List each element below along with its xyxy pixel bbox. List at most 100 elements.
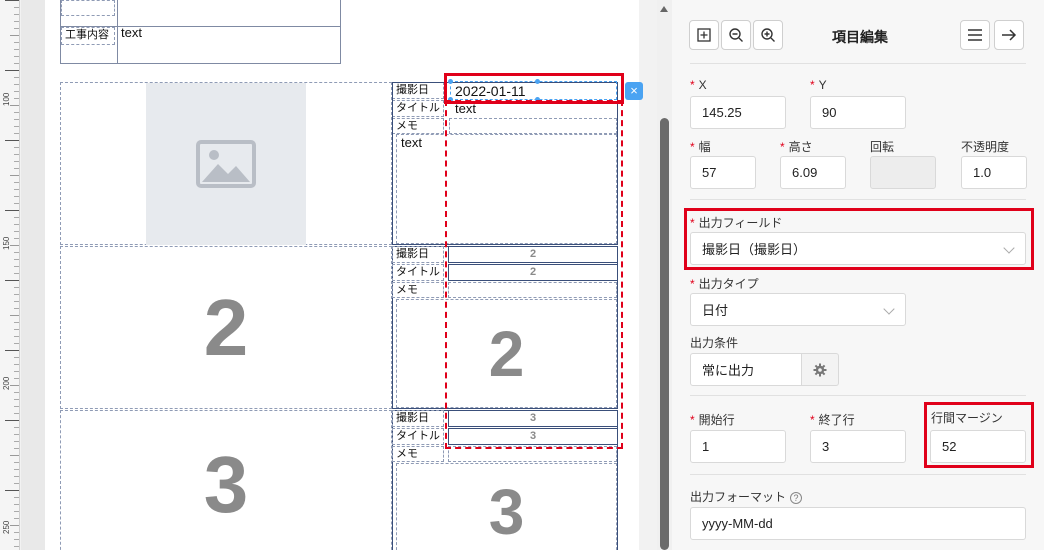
- ruler-tick: [14, 112, 19, 113]
- width-input[interactable]: 57: [690, 156, 756, 189]
- ruler-tick: [5, 350, 19, 351]
- gear-icon: [813, 363, 827, 376]
- scrollbar-thumb[interactable]: [660, 118, 669, 550]
- menu-icon: [968, 29, 982, 41]
- zoom-out-icon: [729, 28, 743, 42]
- ruler-tick: [14, 84, 19, 85]
- ruler-tick: [14, 301, 19, 302]
- report-canvas[interactable]: 100 150 200 250 工事内容 text 撮影日 タイトル メモ te…: [0, 0, 657, 550]
- ruler-tick: [14, 21, 19, 22]
- output-field-select[interactable]: 撮影日（撮影日）: [690, 232, 1026, 265]
- condition-settings-button[interactable]: [802, 353, 839, 386]
- ruler-label: 200: [2, 376, 11, 390]
- photo-frame-2[interactable]: 2: [60, 246, 392, 409]
- canvas-scrollbar[interactable]: [657, 0, 672, 550]
- date-label[interactable]: 撮影日: [392, 246, 444, 263]
- close-icon[interactable]: ×: [625, 82, 643, 100]
- ruler-tick: [5, 0, 19, 1]
- ruler-tick: [14, 539, 19, 540]
- ruler-tick: [14, 28, 19, 29]
- ruler-tick: [5, 420, 19, 421]
- ruler-tick: [14, 406, 19, 407]
- end-row-input[interactable]: 3: [810, 430, 906, 463]
- rotation-label: 回転: [870, 140, 895, 154]
- vertical-ruler: 100 150 200 250: [0, 0, 20, 550]
- ruler-tick: [14, 329, 19, 330]
- menu-button[interactable]: [960, 20, 990, 50]
- ruler-tick: [10, 175, 19, 176]
- ruler-tick: [5, 140, 19, 141]
- memo-label[interactable]: メモ: [392, 446, 444, 462]
- x-input[interactable]: 145.25: [690, 96, 786, 129]
- ruler-tick: [10, 455, 19, 456]
- top-label-cell[interactable]: [61, 0, 115, 16]
- output-type-label: * 出力タイプ: [690, 277, 759, 291]
- ruler-tick: [14, 252, 19, 253]
- ruler-tick: [14, 154, 19, 155]
- ruler-tick: [14, 462, 19, 463]
- output-condition-label: 出力条件: [690, 336, 739, 350]
- ruler-tick: [10, 315, 19, 316]
- end-row-label: * 終了行: [810, 413, 855, 427]
- ruler-tick: [10, 385, 19, 386]
- panel-toolbar: 項目編集: [672, 0, 1044, 62]
- memo-label[interactable]: メモ: [392, 282, 444, 298]
- fit-icon: [697, 28, 711, 42]
- date-label[interactable]: 撮影日: [392, 410, 444, 427]
- ruler-tick: [14, 14, 19, 15]
- line-margin-input[interactable]: 52: [930, 430, 1026, 463]
- ruler-tick: [14, 42, 19, 43]
- memo-value[interactable]: 3: [396, 463, 617, 550]
- ruler-tick: [14, 126, 19, 127]
- ruler-tick: [14, 224, 19, 225]
- ruler-tick: [14, 49, 19, 50]
- output-format-label: 出力フォーマット?: [690, 488, 803, 505]
- help-icon[interactable]: ?: [790, 491, 803, 504]
- ruler-tick: [14, 469, 19, 470]
- output-type-value: 日付: [702, 303, 729, 318]
- ruler-tick: [10, 525, 19, 526]
- output-condition-input[interactable]: 常に出力: [690, 353, 802, 386]
- ruler-tick: [14, 196, 19, 197]
- ruler-tick: [14, 448, 19, 449]
- ruler-tick: [14, 371, 19, 372]
- output-type-select[interactable]: 日付: [690, 293, 906, 326]
- title-label[interactable]: タイトル: [392, 428, 444, 445]
- fit-button[interactable]: [689, 20, 719, 50]
- zoom-in-button[interactable]: [753, 20, 783, 50]
- rotation-input: [870, 156, 936, 189]
- divider: [690, 474, 1026, 475]
- y-label: * Y: [810, 78, 827, 92]
- chevron-down-icon: [1003, 242, 1015, 254]
- ruler-tick: [14, 413, 19, 414]
- title-label[interactable]: タイトル: [392, 264, 444, 281]
- ruler-tick: [10, 105, 19, 106]
- repeat-area-highlight: [445, 100, 623, 449]
- image-placeholder[interactable]: [146, 83, 306, 245]
- y-input[interactable]: 90: [810, 96, 906, 129]
- ruler-tick: [14, 7, 19, 8]
- chevron-down-icon: [883, 303, 895, 315]
- start-row-input[interactable]: 1: [690, 430, 786, 463]
- ruler-tick: [14, 343, 19, 344]
- ruler-tick: [14, 532, 19, 533]
- height-label: * 高さ: [780, 140, 813, 154]
- construction-label[interactable]: 工事内容: [61, 27, 115, 45]
- page-gutter: [21, 0, 45, 550]
- ruler-tick: [14, 231, 19, 232]
- opacity-label: 不透明度: [961, 140, 1010, 154]
- ruler-tick: [14, 91, 19, 92]
- zoom-out-button[interactable]: [721, 20, 751, 50]
- ruler-tick: [14, 259, 19, 260]
- construction-value[interactable]: text: [117, 25, 146, 41]
- output-format-input[interactable]: yyyy-MM-dd: [690, 507, 1026, 540]
- ruler-tick: [5, 210, 19, 211]
- close-panel-button[interactable]: [994, 20, 1024, 50]
- ruler-tick: [14, 483, 19, 484]
- photo-frame-3[interactable]: 3: [60, 410, 392, 550]
- ruler-tick: [14, 504, 19, 505]
- opacity-input[interactable]: 1.0: [961, 156, 1027, 189]
- height-input[interactable]: 6.09: [780, 156, 846, 189]
- arrow-right-icon: [1002, 29, 1017, 41]
- scroll-up-icon[interactable]: [660, 6, 668, 12]
